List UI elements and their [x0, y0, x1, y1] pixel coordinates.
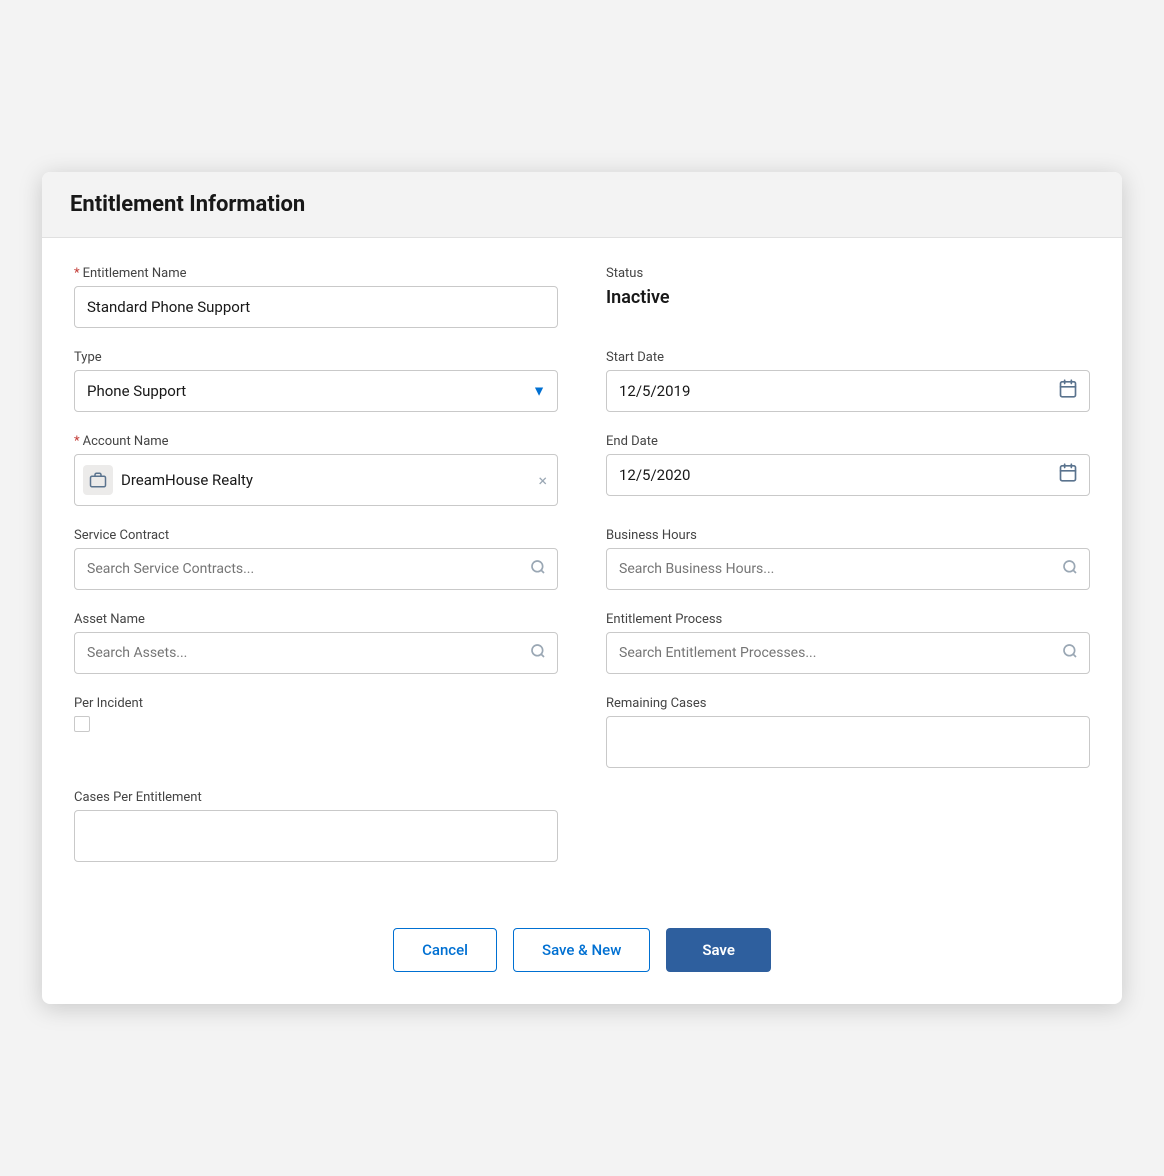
- service-contract-group: Service Contract: [74, 528, 558, 590]
- business-hours-input[interactable]: [606, 548, 1090, 590]
- entitlement-name-group: * Entitlement Name: [74, 266, 558, 328]
- required-star: *: [74, 266, 80, 281]
- empty-cell: [606, 790, 1090, 884]
- remaining-cases-group: Remaining Cases: [606, 696, 1090, 768]
- account-name-group: * Account Name DreamHouse Realty ×: [74, 434, 558, 506]
- asset-name-input[interactable]: [74, 632, 558, 674]
- entitlement-name-input[interactable]: [74, 286, 558, 328]
- account-icon: [83, 465, 113, 495]
- cases-per-entitlement-label: Cases Per Entitlement: [74, 790, 558, 805]
- type-label: Type: [74, 350, 558, 365]
- status-label: Status: [606, 266, 1090, 281]
- remaining-cases-label: Remaining Cases: [606, 696, 1090, 711]
- save-button[interactable]: Save: [666, 928, 771, 972]
- end-date-label: End Date: [606, 434, 1090, 449]
- end-date-input[interactable]: [606, 454, 1090, 496]
- modal-header: Entitlement Information: [42, 172, 1122, 238]
- type-group: Type Phone Support Web Support Email Sup…: [74, 350, 558, 412]
- start-date-wrapper: [606, 370, 1090, 412]
- entitlement-process-group: Entitlement Process: [606, 612, 1090, 674]
- status-group: Status Inactive: [606, 266, 1090, 328]
- modal-footer: Cancel Save & New Save: [42, 904, 1122, 1004]
- modal-title: Entitlement Information: [70, 192, 1094, 217]
- remaining-cases-input[interactable]: [606, 716, 1090, 768]
- service-contract-search-wrapper: [74, 548, 558, 590]
- status-value: Inactive: [606, 287, 1090, 308]
- service-contract-input[interactable]: [74, 548, 558, 590]
- asset-name-label: Asset Name: [74, 612, 558, 627]
- type-select-wrapper: Phone Support Web Support Email Support …: [74, 370, 558, 412]
- entitlement-modal: Entitlement Information * Entitlement Na…: [42, 172, 1122, 1004]
- business-hours-label: Business Hours: [606, 528, 1090, 543]
- per-incident-group: Per Incident: [74, 696, 558, 768]
- account-name-label: * Account Name: [74, 434, 558, 449]
- cases-per-entitlement-input[interactable]: [74, 810, 558, 862]
- per-incident-checkbox-wrapper: [74, 716, 558, 732]
- service-contract-label: Service Contract: [74, 528, 558, 543]
- per-incident-label: Per Incident: [74, 696, 558, 711]
- asset-name-search-wrapper: [74, 632, 558, 674]
- account-name-value: DreamHouse Realty: [121, 471, 528, 489]
- start-date-label: Start Date: [606, 350, 1090, 365]
- entitlement-process-search-wrapper: [606, 632, 1090, 674]
- cases-per-entitlement-group: Cases Per Entitlement: [74, 790, 558, 862]
- end-date-group: End Date: [606, 434, 1090, 506]
- account-required-star: *: [74, 434, 80, 449]
- modal-body: * Entitlement Name Status Inactive Type …: [42, 238, 1122, 904]
- start-date-group: Start Date: [606, 350, 1090, 412]
- business-hours-group: Business Hours: [606, 528, 1090, 590]
- account-input-wrapper[interactable]: DreamHouse Realty ×: [74, 454, 558, 506]
- form-grid: * Entitlement Name Status Inactive Type …: [74, 266, 1090, 884]
- entitlement-process-input[interactable]: [606, 632, 1090, 674]
- entitlement-process-label: Entitlement Process: [606, 612, 1090, 627]
- business-hours-search-wrapper: [606, 548, 1090, 590]
- start-date-input[interactable]: [606, 370, 1090, 412]
- cancel-button[interactable]: Cancel: [393, 928, 497, 972]
- type-select[interactable]: Phone Support Web Support Email Support: [74, 370, 558, 412]
- entitlement-name-label: * Entitlement Name: [74, 266, 558, 281]
- end-date-wrapper: [606, 454, 1090, 496]
- save-new-button[interactable]: Save & New: [513, 928, 650, 972]
- asset-name-group: Asset Name: [74, 612, 558, 674]
- per-incident-checkbox[interactable]: [74, 716, 90, 732]
- account-clear-icon[interactable]: ×: [536, 469, 549, 492]
